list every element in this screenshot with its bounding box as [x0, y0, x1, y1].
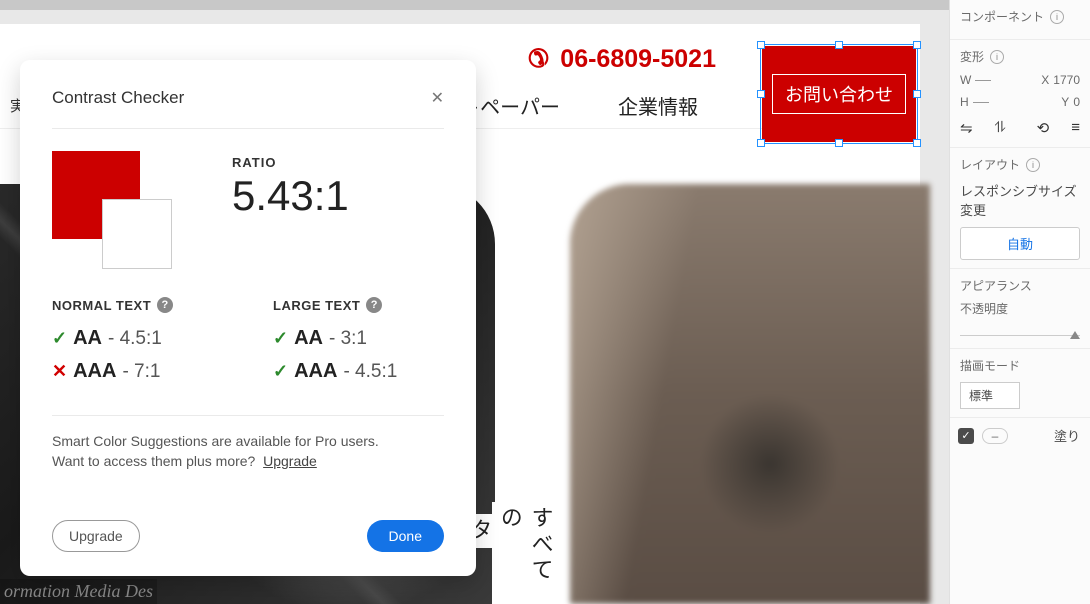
blend-label: 描画モード [960, 357, 1080, 374]
fill-label: 塗り [1054, 426, 1080, 445]
align-icon[interactable]: ≡ [1071, 119, 1080, 137]
fill-checkbox[interactable]: ✓ [958, 428, 974, 444]
large-text-column: LARGE TEXT ? ✓ AA - 3:1 ✓ AAA - 4.5:1 [273, 297, 444, 393]
req-aa: - 3:1 [329, 328, 367, 350]
opacity-label: 不透明度 [960, 300, 1080, 317]
flip-horizontal-icon[interactable]: ⇋ [960, 119, 973, 137]
modal-title: Contrast Checker [52, 88, 184, 108]
upgrade-link[interactable]: Upgrade [263, 453, 317, 469]
blend-section: 描画モード 標準 [950, 349, 1090, 418]
help-icon[interactable]: ? [157, 297, 173, 313]
appearance-section: アピアランス 不透明度 [950, 269, 1090, 349]
canvas-top-bar [0, 0, 949, 10]
component-label: コンポーネント [960, 8, 1044, 25]
normal-text-column: NORMAL TEXT ? ✓ AA - 4.5:1 ✕ AAA - 7:1 [52, 297, 223, 393]
responsive-label: レスポンシブサイズ変更 [960, 181, 1080, 219]
layout-label: レイアウト [960, 156, 1020, 173]
req-aa: - 4.5:1 [108, 328, 162, 350]
level-aaa: AAA [294, 360, 337, 383]
transform-label: 変形 [960, 48, 984, 65]
info-icon[interactable]: i [1026, 158, 1040, 172]
normal-aaa-row: ✕ AAA - 7:1 [52, 360, 223, 383]
watermark-text: ormation Media Des [0, 579, 157, 604]
phone-icon: ✆ [528, 44, 549, 74]
req-aaa: - 7:1 [122, 361, 160, 383]
close-icon[interactable]: ✕ [431, 88, 444, 108]
y-label: Y [1061, 95, 1069, 109]
large-aa-row: ✓ AA - 3:1 [273, 327, 444, 350]
blend-mode-select[interactable]: 標準 [960, 382, 1020, 409]
h-value[interactable] [973, 102, 989, 103]
pass-icon: ✓ [52, 328, 67, 349]
ratio-label: RATIO [232, 155, 349, 170]
pro-upsell-text: Smart Color Suggestions are available fo… [52, 432, 444, 471]
level-aaa: AAA [73, 360, 116, 383]
y-value[interactable]: 0 [1073, 95, 1080, 109]
large-aaa-row: ✓ AAA - 4.5:1 [273, 360, 444, 383]
h-label: H [960, 95, 969, 109]
cta-button[interactable]: お問い合わせ [762, 46, 916, 142]
upgrade-button[interactable]: Upgrade [52, 520, 140, 552]
transform-section: 変形 i W X 1770 H Y 0 ⇋ ⥮ ⟲ ≡ [950, 40, 1090, 148]
pass-icon: ✓ [273, 361, 288, 382]
info-icon[interactable]: i [1050, 10, 1064, 24]
background-swatch[interactable] [102, 199, 172, 269]
color-swatches [52, 151, 172, 269]
contrast-checker-modal: Contrast Checker ✕ RATIO 5.43:1 NORMAL T… [20, 60, 476, 576]
phone-text: 06-6809-5021 [560, 45, 716, 73]
layout-section: レイアウト i レスポンシブサイズ変更 自動 [950, 148, 1090, 269]
w-value[interactable] [975, 80, 991, 81]
auto-button[interactable]: 自動 [960, 227, 1080, 260]
appearance-label: アピアランス [960, 277, 1032, 294]
normal-text-title: NORMAL TEXT [52, 298, 151, 313]
hero-image-right[interactable] [570, 184, 930, 604]
cta-label: お問い合わせ [772, 74, 906, 114]
level-aa: AA [294, 327, 323, 350]
rotate-icon[interactable]: ⟲ [1037, 119, 1050, 137]
w-label: W [960, 73, 971, 87]
fill-section: ✓ – 塗り [950, 418, 1090, 453]
x-label: X [1041, 73, 1049, 87]
done-button[interactable]: Done [367, 520, 444, 552]
ratio-value: 5.43:1 [232, 172, 349, 220]
fill-swatch[interactable]: – [982, 428, 1008, 444]
flip-vertical-icon[interactable]: ⥮ [995, 119, 1006, 137]
x-value[interactable]: 1770 [1053, 73, 1080, 87]
component-section: コンポーネント i [950, 0, 1090, 40]
properties-panel: コンポーネント i 変形 i W X 1770 H Y 0 ⇋ ⥮ ⟲ ≡ レイ… [949, 0, 1090, 604]
vertical-text-3: すべての [492, 502, 558, 604]
info-icon[interactable]: i [990, 50, 1004, 64]
pro-line2: Want to access them plus more? [52, 453, 255, 469]
divider [52, 415, 444, 416]
phone-number: ✆ 06-6809-5021 [528, 44, 716, 74]
level-aa: AA [73, 327, 102, 350]
req-aaa: - 4.5:1 [343, 361, 397, 383]
help-icon[interactable]: ? [366, 297, 382, 313]
opacity-slider[interactable] [960, 335, 1080, 336]
large-text-title: LARGE TEXT [273, 298, 360, 313]
normal-aa-row: ✓ AA - 4.5:1 [52, 327, 223, 350]
fail-icon: ✕ [52, 361, 67, 382]
pro-line1: Smart Color Suggestions are available fo… [52, 433, 379, 449]
nav-item-company[interactable]: 企業情報 [618, 91, 698, 120]
pass-icon: ✓ [273, 328, 288, 349]
